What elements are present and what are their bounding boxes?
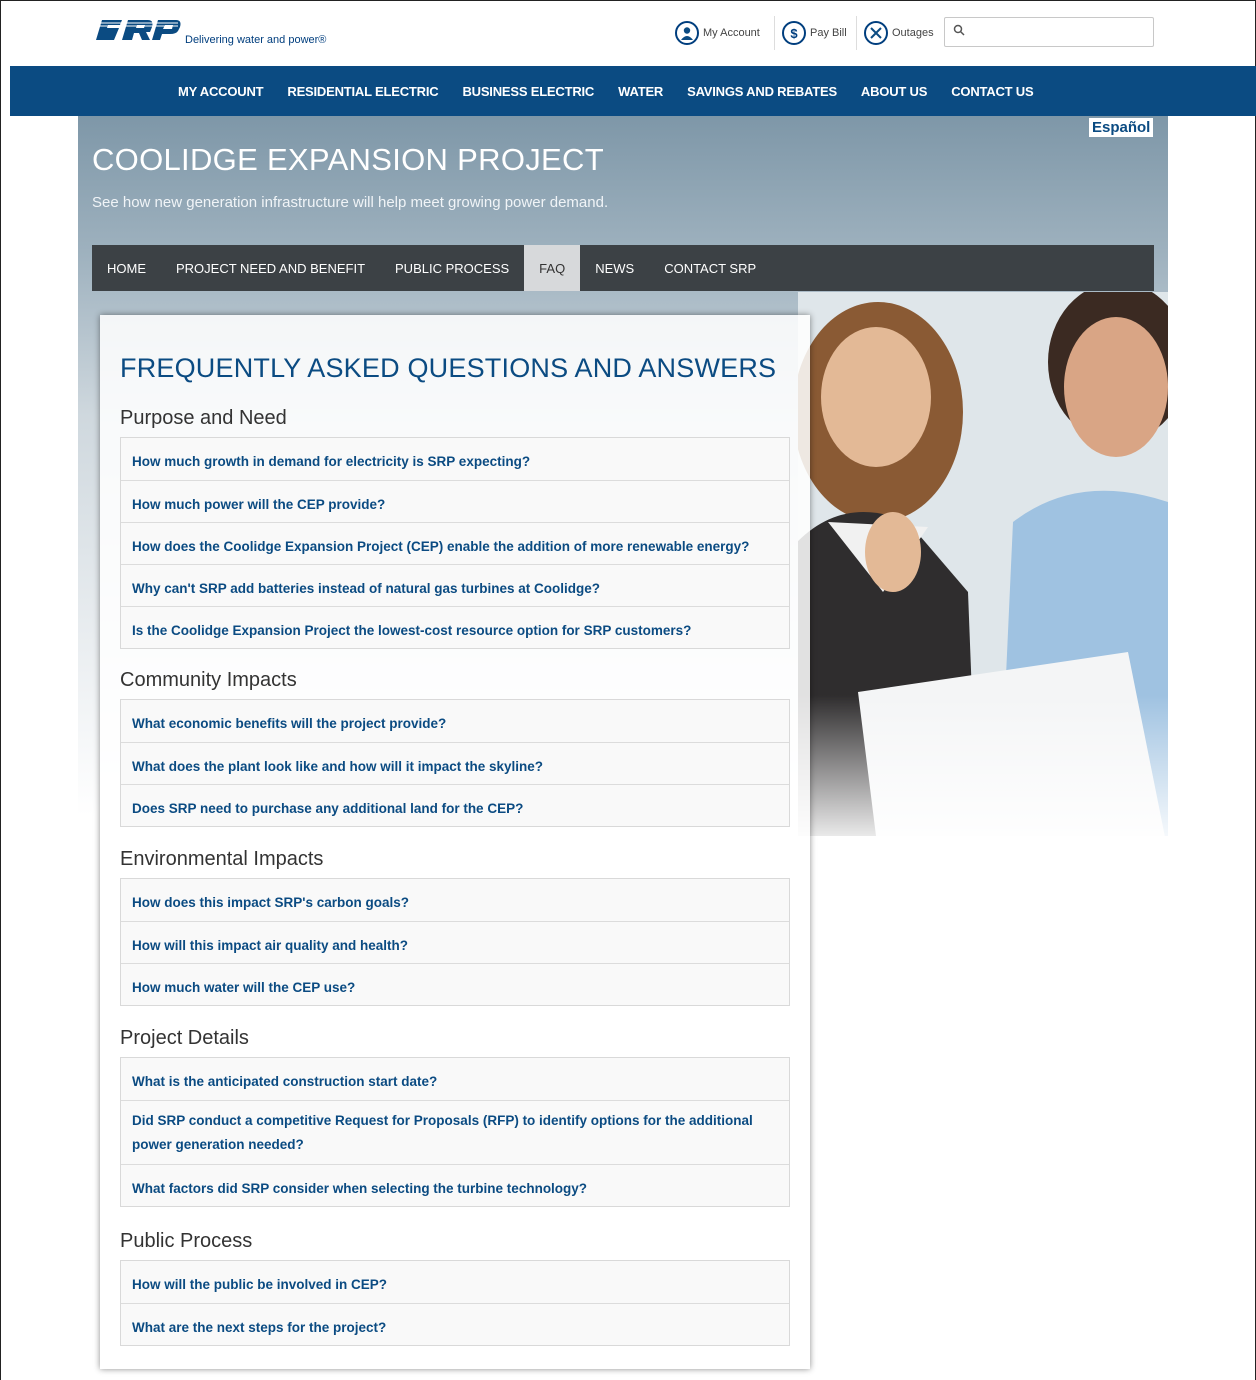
question-text: What factors did SRP consider when selec… bbox=[132, 1181, 588, 1196]
srp-logo[interactable] bbox=[92, 14, 182, 44]
question-list: What is the anticipated construction sta… bbox=[120, 1057, 790, 1207]
faq-question[interactable]: What does the plant look like and how wi… bbox=[121, 742, 789, 784]
question-list: What economic benefits will the project … bbox=[120, 699, 790, 827]
question-text: What is the anticipated construction sta… bbox=[132, 1074, 438, 1089]
faq-section-environmental: Environmental Impacts How does this impa… bbox=[120, 848, 790, 1006]
faq-question[interactable]: How does the Coolidge Expansion Project … bbox=[121, 522, 789, 564]
tab-project-need-and-benefit[interactable]: PROJECT NEED AND BENEFIT bbox=[161, 245, 380, 291]
faq-question[interactable]: What factors did SRP consider when selec… bbox=[121, 1164, 789, 1206]
outages-link[interactable]: Outages bbox=[864, 18, 934, 48]
nav-residential-electric[interactable]: RESIDENTIAL ELECTRIC bbox=[287, 84, 438, 99]
question-text: How does this impact SRP's carbon goals? bbox=[132, 895, 410, 910]
faq-section-public-process: Public Process How will the public be in… bbox=[120, 1230, 790, 1346]
outages-label: Outages bbox=[892, 27, 934, 39]
outage-icon bbox=[864, 21, 888, 45]
page-title: COOLIDGE EXPANSION PROJECT bbox=[92, 142, 604, 177]
my-account-link[interactable]: My Account bbox=[675, 18, 760, 48]
nav-savings-and-rebates[interactable]: SAVINGS AND REBATES bbox=[687, 84, 837, 99]
espanol-link[interactable]: Español bbox=[1089, 118, 1154, 137]
question-list: How much growth in demand for electricit… bbox=[120, 437, 790, 649]
user-icon bbox=[675, 21, 699, 45]
pay-bill-label: Pay Bill bbox=[810, 27, 847, 39]
faq-question[interactable]: How does this impact SRP's carbon goals? bbox=[121, 879, 789, 921]
faq-question[interactable]: What are the next steps for the project? bbox=[121, 1303, 789, 1345]
question-text: How much growth in demand for electricit… bbox=[132, 454, 531, 469]
faq-section-purpose: Purpose and Need How much growth in dema… bbox=[120, 407, 790, 649]
page-subtitle: See how new generation infrastructure wi… bbox=[92, 194, 609, 211]
tab-public-process[interactable]: PUBLIC PROCESS bbox=[380, 245, 524, 291]
question-text: Did SRP conduct a competitive Request fo… bbox=[132, 1113, 753, 1152]
question-list: How will the public be involved in CEP? … bbox=[120, 1260, 790, 1346]
section-heading: Project Details bbox=[120, 1027, 249, 1049]
question-text: How much power will the CEP provide? bbox=[132, 497, 386, 512]
faq-question[interactable]: Is the Coolidge Expansion Project the lo… bbox=[121, 606, 789, 648]
faq-question[interactable]: What economic benefits will the project … bbox=[121, 700, 789, 742]
faq-question[interactable]: How will this impact air quality and hea… bbox=[121, 921, 789, 963]
search-box[interactable] bbox=[944, 17, 1154, 47]
question-text: Does SRP need to purchase any additional… bbox=[132, 801, 524, 816]
utility-divider bbox=[774, 16, 775, 50]
dollar-icon: $ bbox=[782, 21, 806, 45]
question-list: How does this impact SRP's carbon goals?… bbox=[120, 878, 790, 1006]
tab-home[interactable]: HOME bbox=[92, 245, 161, 291]
nav-my-account[interactable]: MY ACCOUNT bbox=[178, 84, 264, 99]
search-icon bbox=[953, 24, 969, 40]
project-subnav: HOME PROJECT NEED AND BENEFIT PUBLIC PRO… bbox=[92, 245, 1154, 291]
faq-question[interactable]: What is the anticipated construction sta… bbox=[121, 1058, 789, 1100]
tab-news[interactable]: NEWS bbox=[580, 245, 649, 291]
search-input[interactable] bbox=[973, 21, 1149, 43]
my-account-label: My Account bbox=[703, 27, 760, 39]
pay-bill-link[interactable]: $ Pay Bill bbox=[782, 18, 847, 48]
question-text: What economic benefits will the project … bbox=[132, 716, 447, 731]
faq-question[interactable]: How much water will the CEP use? bbox=[121, 963, 789, 1005]
faq-title: FREQUENTLY ASKED QUESTIONS AND ANSWERS bbox=[120, 353, 777, 383]
faq-question[interactable]: Did SRP conduct a competitive Request fo… bbox=[121, 1100, 789, 1164]
faq-question[interactable]: Why can't SRP add batteries instead of n… bbox=[121, 564, 789, 606]
tab-contact-srp[interactable]: CONTACT SRP bbox=[649, 245, 771, 291]
question-text: Is the Coolidge Expansion Project the lo… bbox=[132, 623, 692, 638]
section-heading: Purpose and Need bbox=[120, 407, 287, 429]
tagline: Delivering water and power® bbox=[185, 34, 327, 46]
faq-question[interactable]: How will the public be involved in CEP? bbox=[121, 1261, 789, 1303]
utility-bar: Delivering water and power® My Account $… bbox=[0, 0, 1256, 66]
faq-question[interactable]: How much growth in demand for electricit… bbox=[121, 438, 789, 480]
section-heading: Community Impacts bbox=[120, 669, 297, 691]
nav-business-electric[interactable]: BUSINESS ELECTRIC bbox=[462, 84, 594, 99]
question-text: How will the public be involved in CEP? bbox=[132, 1277, 388, 1292]
section-heading: Environmental Impacts bbox=[120, 848, 324, 870]
question-text: What does the plant look like and how wi… bbox=[132, 759, 544, 774]
section-heading: Public Process bbox=[120, 1230, 253, 1252]
hero-photo bbox=[798, 292, 1168, 836]
faq-question[interactable]: How much power will the CEP provide? bbox=[121, 480, 789, 522]
question-text: Why can't SRP add batteries instead of n… bbox=[132, 581, 601, 596]
nav-water[interactable]: WATER bbox=[618, 84, 663, 99]
question-text: What are the next steps for the project? bbox=[132, 1320, 387, 1335]
tab-faq[interactable]: FAQ bbox=[524, 245, 581, 291]
faq-question[interactable]: Does SRP need to purchase any additional… bbox=[121, 784, 789, 826]
question-text: How does the Coolidge Expansion Project … bbox=[132, 539, 750, 554]
utility-divider bbox=[856, 16, 857, 50]
nav-about-us[interactable]: ABOUT US bbox=[861, 84, 927, 99]
faq-section-community: Community Impacts What economic benefits… bbox=[120, 669, 790, 827]
question-text: How much water will the CEP use? bbox=[132, 980, 356, 995]
faq-panel: FREQUENTLY ASKED QUESTIONS AND ANSWERS P… bbox=[100, 315, 810, 1369]
faq-section-project-details: Project Details What is the anticipated … bbox=[120, 1027, 790, 1207]
nav-contact-us[interactable]: CONTACT US bbox=[951, 84, 1033, 99]
question-text: How will this impact air quality and hea… bbox=[132, 938, 409, 953]
main-navigation: MY ACCOUNT RESIDENTIAL ELECTRIC BUSINESS… bbox=[10, 66, 1256, 116]
